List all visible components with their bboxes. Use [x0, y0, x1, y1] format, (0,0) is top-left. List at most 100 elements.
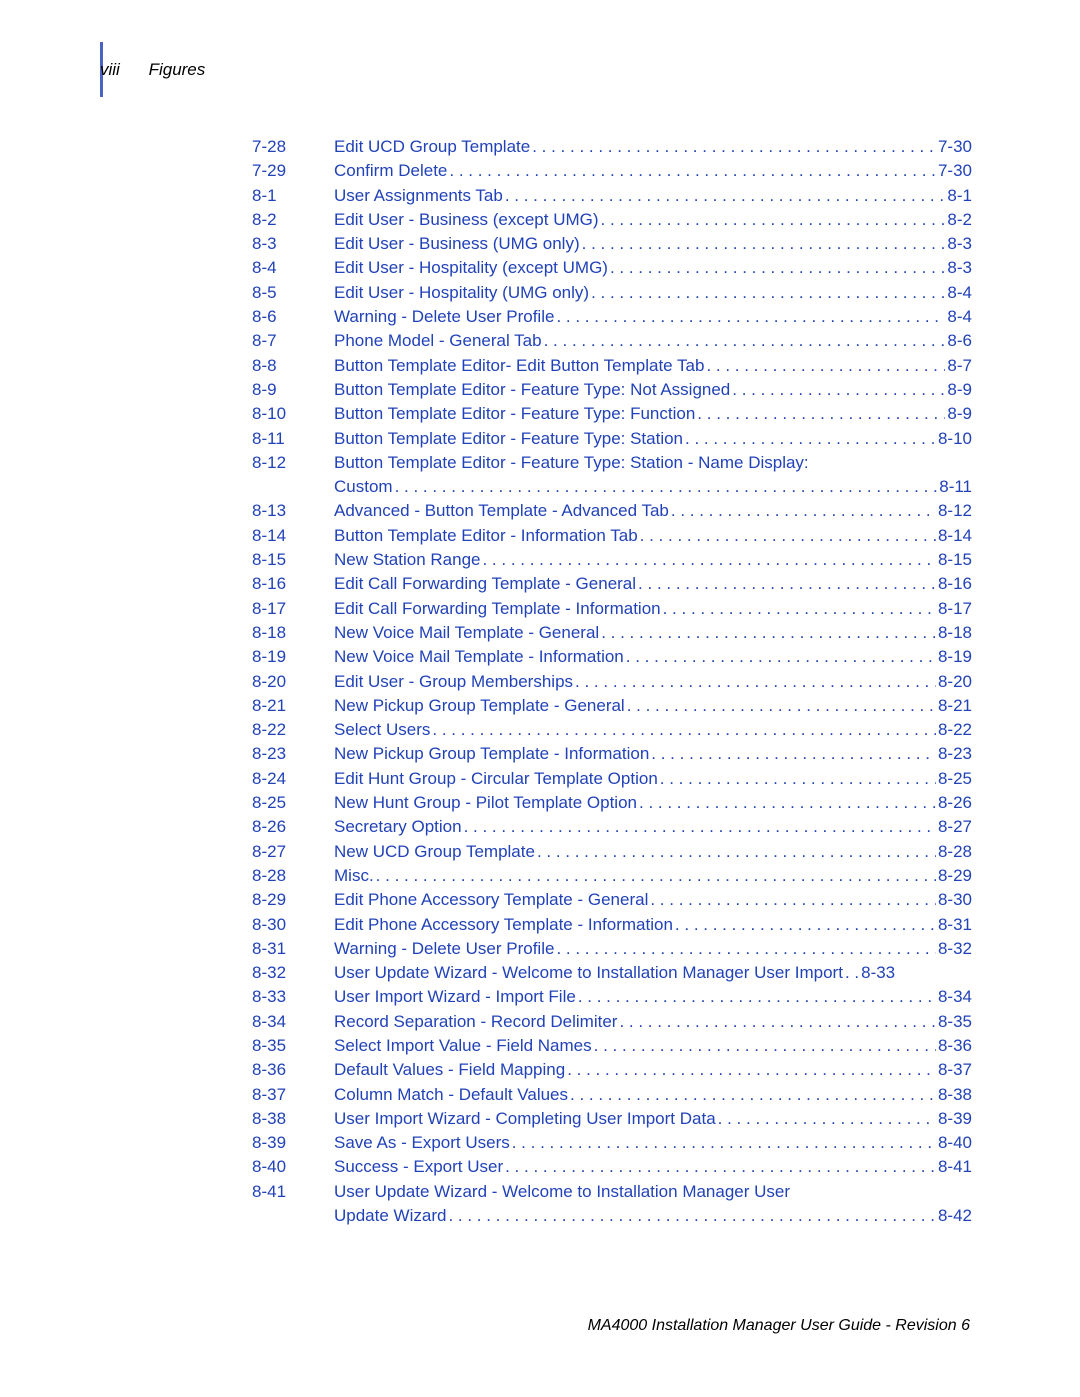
toc-row: 8-10Button Template Editor - Feature Typ… [252, 402, 972, 426]
toc-link[interactable]: Record Separation - Record Delimiter8-35 [334, 1010, 972, 1034]
toc-link[interactable]: Edit User - Hospitality (UMG only)8-4 [334, 281, 972, 305]
dot-leaders [448, 1204, 936, 1221]
toc-link[interactable]: New Pickup Group Template - General8-21 [334, 694, 972, 718]
toc-link[interactable]: Warning - Delete User Profile8-4 [334, 305, 972, 329]
running-header: viii Figures [100, 60, 970, 110]
dot-leaders [619, 1010, 936, 1027]
toc-link[interactable]: Button Template Editor - Feature Type: F… [334, 402, 972, 426]
page-ref: 8-7 [947, 354, 972, 378]
toc-link[interactable]: Button Template Editor - Feature Type: N… [334, 378, 972, 402]
figure-title: New Pickup Group Template - Information [334, 742, 649, 766]
toc-link[interactable]: Button Template Editor - Feature Type: S… [334, 427, 972, 451]
toc-row: 8-15New Station Range8-15 [252, 548, 972, 572]
figure-number: 8-17 [252, 597, 334, 621]
dot-leaders [591, 281, 945, 298]
toc-link[interactable]: User Import Wizard - Import File8-34 [334, 985, 972, 1009]
figure-number: 8-24 [252, 767, 334, 791]
figure-title: New Hunt Group - Pilot Template Option [334, 791, 637, 815]
figure-title: Secretary Option [334, 815, 462, 839]
figure-number: 8-40 [252, 1155, 334, 1179]
figure-number: 8-11 [252, 427, 334, 451]
dot-leaders [532, 135, 936, 152]
toc-link[interactable]: Save As - Export Users8-40 [334, 1131, 972, 1155]
toc-link[interactable]: Edit Phone Accessory Template - General8… [334, 888, 972, 912]
toc-link[interactable]: Edit User - Hospitality (except UMG)8-3 [334, 256, 972, 280]
dot-leaders [570, 1083, 936, 1100]
figure-title: Edit Call Forwarding Template - General [334, 572, 636, 596]
toc-link[interactable]: New Station Range8-15 [334, 548, 972, 572]
toc-link[interactable]: Edit Phone Accessory Template - Informat… [334, 913, 972, 937]
toc-link[interactable]: Button Template Editor - Information Tab… [334, 524, 972, 548]
figures-toc: 7-28Edit UCD Group Template7-307-29Confi… [252, 135, 972, 1228]
dot-leaders [601, 621, 936, 638]
toc-row: 8-36Default Values - Field Mapping8-37 [252, 1058, 972, 1082]
toc-link[interactable]: Update Wizard 8-42 [334, 1204, 972, 1228]
figure-title: New Voice Mail Template - Information [334, 645, 624, 669]
figure-title: Edit Hunt Group - Circular Template Opti… [334, 767, 658, 791]
figure-number: 8-4 [252, 256, 334, 280]
figure-number: 8-1 [252, 184, 334, 208]
toc-link[interactable]: Column Match - Default Values8-38 [334, 1083, 972, 1107]
toc-link[interactable]: Warning - Delete User Profile8-32 [334, 937, 972, 961]
page-ref: 8-26 [938, 791, 972, 815]
page-ref: 8-4 [947, 305, 972, 329]
toc-link[interactable]: User Update Wizard - Welcome to Installa… [334, 961, 972, 985]
toc-link[interactable]: New Hunt Group - Pilot Template Option 8-… [334, 791, 972, 815]
figure-number: 8-16 [252, 572, 334, 596]
dot-leaders [537, 840, 936, 857]
toc-link[interactable]: Button Template Editor- Edit Button Temp… [334, 354, 972, 378]
dot-leaders [556, 937, 936, 954]
page-ref: 8-29 [938, 864, 972, 888]
figure-number: 8-35 [252, 1034, 334, 1058]
toc-row: 8-28Misc.8-29 [252, 864, 972, 888]
toc-link[interactable]: Success - Export User8-41 [334, 1155, 972, 1179]
toc-link[interactable]: New Voice Mail Template - Information8-1… [334, 645, 972, 669]
toc-link[interactable]: Advanced - Button Template - Advanced Ta… [334, 499, 972, 523]
figure-number: 8-6 [252, 305, 334, 329]
toc-link[interactable]: Select Import Value - Field Names8-36 [334, 1034, 972, 1058]
page-ref: 8-31 [938, 913, 972, 937]
toc-link[interactable]: Edit Hunt Group - Circular Template Opti… [334, 767, 972, 791]
dot-leaders [627, 694, 936, 711]
toc-link[interactable]: Phone Model - General Tab8-6 [334, 329, 972, 353]
page-ref: 8-23 [938, 742, 972, 766]
toc-link[interactable]: New Voice Mail Template - General8-18 [334, 621, 972, 645]
toc-link[interactable]: Default Values - Field Mapping8-37 [334, 1058, 972, 1082]
toc-link[interactable]: Secretary Option8-27 [334, 815, 972, 839]
dot-leaders [575, 670, 936, 687]
figure-title: Edit User - Hospitality (except UMG) [334, 256, 608, 280]
toc-link[interactable]: User Update Wizard - Welcome to Installa… [334, 1180, 972, 1204]
toc-link[interactable]: Edit User - Business (UMG only)8-3 [334, 232, 972, 256]
page-ref: 8-17 [938, 597, 972, 621]
toc-link[interactable]: Edit Call Forwarding Template - General 8… [334, 572, 972, 596]
dot-leaders [685, 427, 936, 444]
toc-link[interactable]: New UCD Group Template8-28 [334, 840, 972, 864]
toc-link[interactable]: Edit User - Business (except UMG)8-2 [334, 208, 972, 232]
toc-row: 8-8Button Template Editor- Edit Button T… [252, 354, 972, 378]
toc-link[interactable]: Edit User - Group Memberships8-20 [334, 670, 972, 694]
toc-row: 8-20Edit User - Group Memberships8-20 [252, 670, 972, 694]
page-ref: 8-2 [947, 208, 972, 232]
toc-link[interactable]: New Pickup Group Template - Information 8… [334, 742, 972, 766]
toc-link[interactable]: User Import Wizard - Completing User Imp… [334, 1107, 972, 1131]
toc-row-continuation: 8-41Update Wizard8-42 [252, 1204, 972, 1228]
page-ref: 8-42 [938, 1204, 972, 1228]
figure-title: Confirm Delete [334, 159, 447, 183]
toc-link[interactable]: Custom8-11 [334, 475, 972, 499]
toc-row: 8-1User Assignments Tab8-1 [252, 184, 972, 208]
page-ref: 8-16 [938, 572, 972, 596]
toc-link[interactable]: Misc.8-29 [334, 864, 972, 888]
page-ref: 8-40 [938, 1131, 972, 1155]
toc-link[interactable]: User Assignments Tab8-1 [334, 184, 972, 208]
figure-number: 8-9 [252, 378, 334, 402]
toc-link[interactable]: Select Users8-22 [334, 718, 972, 742]
figure-title-continuation: Update Wizard [334, 1204, 446, 1228]
toc-link[interactable]: Button Template Editor - Feature Type: S… [334, 451, 972, 475]
page: viii Figures 7-28Edit UCD Group Template… [0, 0, 1080, 1397]
dot-leaders [601, 208, 946, 225]
toc-link[interactable]: Edit Call Forwarding Template - Informat… [334, 597, 972, 621]
figure-number: 8-27 [252, 840, 334, 864]
toc-link[interactable]: Confirm Delete7-30 [334, 159, 972, 183]
toc-link[interactable]: Edit UCD Group Template7-30 [334, 135, 972, 159]
figure-title: Edit Phone Accessory Template - General [334, 888, 648, 912]
